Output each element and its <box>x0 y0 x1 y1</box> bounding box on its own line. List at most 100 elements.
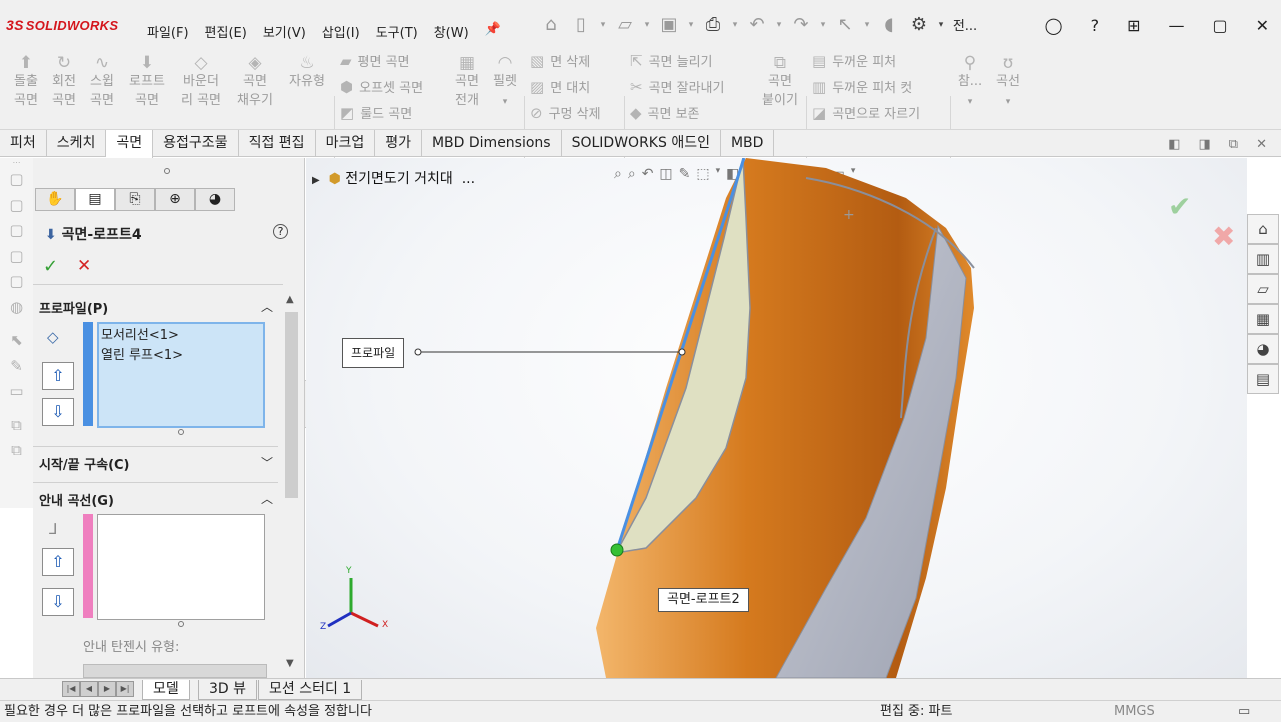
thickened-cut-button[interactable]: ▥ 두꺼운 피처 컷 <box>812 74 912 102</box>
copy-icon[interactable]: ⧉ <box>0 416 33 442</box>
delete-hole-button[interactable]: ⊘ 구멍 삭제 <box>530 100 601 128</box>
list-item[interactable]: 열린 루프<1> <box>101 346 261 366</box>
chevron-down-icon[interactable]: ▾ <box>640 20 654 30</box>
planar-surface-button[interactable]: ▰ 평면 곡면 <box>340 48 410 76</box>
save-icon[interactable]: ▣ <box>654 14 684 35</box>
menu-tools[interactable]: 도구(T) <box>376 22 418 41</box>
rebuild-icon[interactable]: ◖ <box>874 14 904 35</box>
move-up-button[interactable]: ⇧ <box>42 548 74 576</box>
curves-button[interactable]: ʊ 곡선 ▾ <box>990 54 1026 112</box>
chevron-down-icon[interactable]: ▾ <box>503 97 508 107</box>
tile-left-icon[interactable]: ◧ <box>1168 137 1180 152</box>
ok-button[interactable]: ✓ <box>43 256 58 277</box>
minimize-icon[interactable]: — <box>1168 16 1184 35</box>
restore-panels-icon[interactable]: ⊞ <box>1127 16 1140 35</box>
tab-surfaces[interactable]: 곡면 <box>106 130 154 158</box>
sphere-icon[interactable]: ◍ <box>0 298 33 324</box>
flatten-surface-button[interactable]: ▦ 곡면 전개 <box>448 54 486 110</box>
help-icon[interactable]: ? <box>1091 16 1100 35</box>
home-icon[interactable]: ⌂ <box>536 14 566 35</box>
print-icon[interactable]: ⎙ <box>698 14 728 35</box>
first-tab-icon[interactable]: |◀ <box>62 681 80 697</box>
user-account-icon[interactable]: ◯ <box>1045 16 1063 35</box>
list-item[interactable]: 모서리선<1> <box>101 326 261 346</box>
tab-weldments[interactable]: 용접구조물 <box>153 130 239 157</box>
splitter-dot[interactable] <box>178 621 184 627</box>
move-down-button[interactable]: ⇩ <box>42 588 74 616</box>
menu-window[interactable]: 창(W) <box>434 22 469 41</box>
loft2-callout[interactable]: 곡면-로프트2 <box>658 588 749 612</box>
boundary-surface-button[interactable]: ◇ 바운더 리 곡면 <box>176 54 226 110</box>
guide-curves-heading[interactable]: 안내 곡선(G) <box>39 490 279 509</box>
cancel-button[interactable]: ✕ <box>77 256 91 276</box>
chevron-down-icon[interactable]: ▾ <box>860 20 874 30</box>
help-button[interactable]: ? <box>273 224 288 239</box>
box-icon[interactable]: ▢ <box>0 196 33 222</box>
pin-icon[interactable]: 📌 <box>485 22 501 41</box>
dimxpert-tab-icon[interactable]: ⊕ <box>155 188 195 211</box>
tab-solidworks-addins[interactable]: SOLIDWORKS 애드인 <box>562 130 721 157</box>
appearances-icon[interactable]: ◕ <box>1247 334 1279 364</box>
revolve-surface-button[interactable]: ↻ 회전 곡면 <box>46 54 82 110</box>
scrollbar-thumb[interactable] <box>285 312 298 498</box>
model-graphic[interactable]: + <box>306 158 1247 678</box>
tab-direct-editing[interactable]: 직접 편집 <box>239 130 316 157</box>
extrude-surface-button[interactable]: ⬆ 돌출 곡면 <box>8 54 44 110</box>
confirm-cancel-icon[interactable]: ✖ <box>1212 220 1235 253</box>
loft-surface-button[interactable]: ⬇ 로프트 곡면 <box>124 54 170 110</box>
custom-properties-icon[interactable]: ▤ <box>1247 364 1279 394</box>
chevron-down-icon[interactable]: ▾ <box>684 20 698 30</box>
configuration-manager-tab-icon[interactable]: ⎘ <box>115 188 155 211</box>
tab-features[interactable]: 피처 <box>0 130 47 157</box>
chevron-down-icon[interactable]: ▾ <box>772 20 786 30</box>
move-up-button[interactable]: ⇧ <box>42 362 74 390</box>
box-icon[interactable]: ▢ <box>0 272 33 298</box>
next-tab-icon[interactable]: ▶ <box>98 681 116 697</box>
replace-face-button[interactable]: ▨ 면 대치 <box>530 74 590 102</box>
options-gear-icon[interactable]: ⚙ <box>904 14 934 35</box>
chevron-down-icon[interactable]: ▾ <box>816 20 830 30</box>
redo-icon[interactable]: ↷ <box>786 14 816 35</box>
chevron-down-icon[interactable]: ﹀ <box>261 454 273 471</box>
menu-view[interactable]: 보기(V) <box>263 22 306 41</box>
chevron-up-icon[interactable]: ︿ <box>261 298 273 315</box>
menu-insert[interactable]: 삽입(I) <box>322 22 360 41</box>
edit-icon[interactable]: ✎ <box>0 357 33 383</box>
trim-surface-button[interactable]: ✂ 곡면 잘라내기 <box>630 74 724 102</box>
chevron-down-icon[interactable]: ▾ <box>596 20 610 30</box>
box-icon[interactable]: ▢ <box>0 221 33 247</box>
chevron-up-icon[interactable]: ︿ <box>261 490 273 507</box>
reference-geometry-button[interactable]: ⚲ 참... ▾ <box>954 54 986 112</box>
last-tab-icon[interactable]: ▶| <box>116 681 134 697</box>
tab-mbd[interactable]: MBD <box>721 130 775 157</box>
confirm-ok-icon[interactable]: ✔ <box>1168 190 1191 223</box>
chevron-up-icon[interactable]: ▲ <box>286 294 294 305</box>
tab-mbd-dimensions[interactable]: MBD Dimensions <box>422 130 562 157</box>
cut-with-surface-button[interactable]: ◪ 곡면으로 자르기 <box>812 100 920 128</box>
delete-face-button[interactable]: ▧ 면 삭제 <box>530 48 590 76</box>
tab-evaluate[interactable]: 평가 <box>375 130 422 157</box>
untrim-surface-button[interactable]: ◆ 곡면 보존 <box>630 100 700 128</box>
feature-manager-tab-icon[interactable]: ✋ <box>35 188 75 211</box>
chevron-down-icon[interactable]: ▾ <box>1006 97 1011 107</box>
tab-model[interactable]: 모델 <box>142 680 190 700</box>
tab-sketch[interactable]: 스케치 <box>47 130 107 157</box>
open-folder-icon[interactable]: ▱ <box>610 14 640 35</box>
chevron-down-icon[interactable]: ▼ <box>286 658 294 669</box>
copy-icon[interactable]: ⧉ <box>0 441 33 467</box>
start-end-constraints-heading[interactable]: 시작/끝 구속(C) <box>39 454 279 473</box>
file-explorer-icon[interactable]: ▱ <box>1247 274 1279 304</box>
chevron-down-icon[interactable]: ▾ <box>934 20 948 30</box>
ruled-surface-button[interactable]: ◩ 룰드 곡면 <box>340 100 412 128</box>
guide-curves-list[interactable] <box>97 514 265 620</box>
tile-right-icon[interactable]: ◨ <box>1199 137 1211 152</box>
knit-surface-button[interactable]: ⧉ 곡면 붙이기 <box>756 54 804 110</box>
splitter-dot[interactable] <box>164 168 170 174</box>
status-expand-icon[interactable]: ▭ <box>1238 701 1250 723</box>
select-icon[interactable]: ⬉ <box>0 331 33 357</box>
move-down-button[interactable]: ⇩ <box>42 398 74 426</box>
close-icon[interactable]: ✕ <box>1256 16 1269 35</box>
tab-3d-views[interactable]: 3D 뷰 <box>198 680 258 700</box>
profile-point[interactable] <box>610 543 624 557</box>
resources-home-icon[interactable]: ⌂ <box>1247 214 1279 244</box>
